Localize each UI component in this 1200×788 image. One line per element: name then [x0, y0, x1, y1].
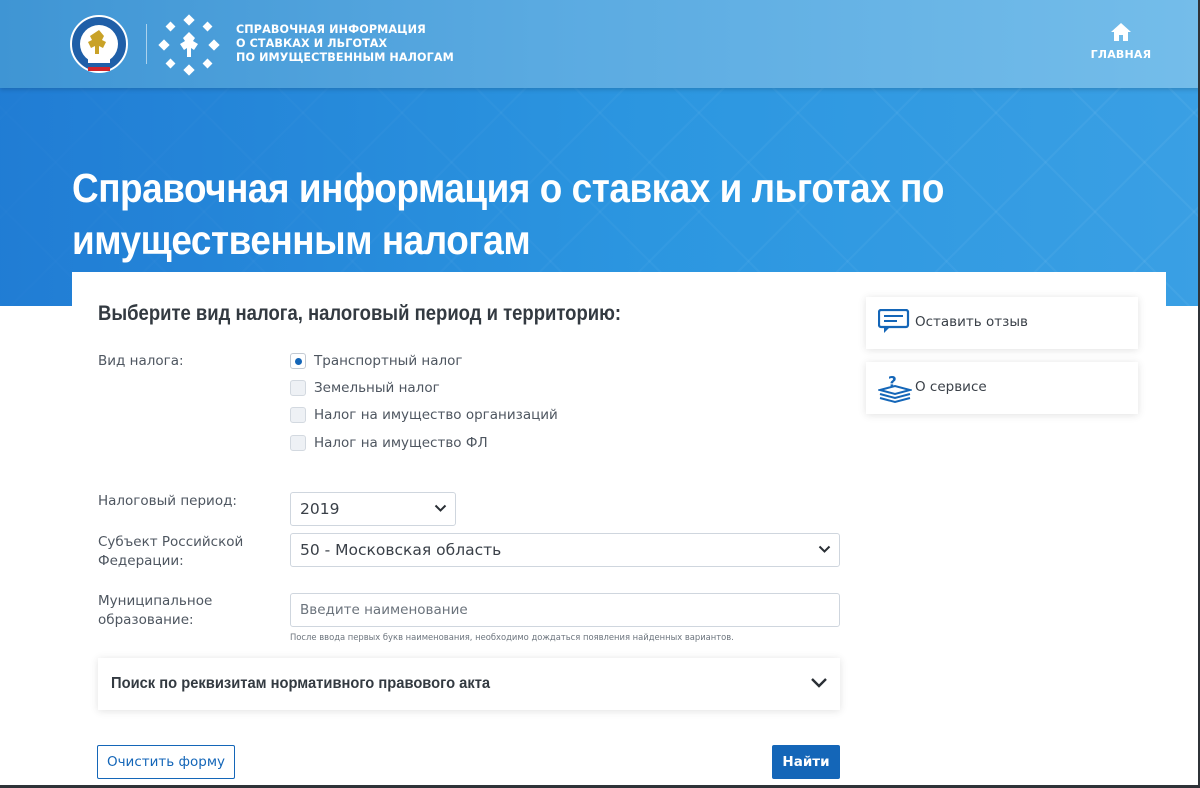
service-logo-icon [158, 14, 220, 76]
subject-label-line: Федерации: [98, 553, 184, 569]
subject-label-line: Субъект Российской [98, 534, 244, 550]
service-title: СПРАВОЧНАЯ ИНФОРМАЦИЯ О СТАВКАХ И ЛЬГОТА… [236, 23, 456, 65]
municipal-input[interactable] [290, 593, 840, 627]
form-heading: Выберите вид налога, налоговый период и … [98, 302, 622, 325]
about-label: О сервисе [915, 379, 987, 395]
chevron-down-icon [818, 545, 831, 553]
radio-unchecked[interactable] [290, 380, 306, 396]
chevron-down-icon [811, 678, 827, 688]
period-select-value: 2019 [300, 500, 340, 518]
feedback-label: Оставить отзыв [915, 314, 1028, 330]
municipal-hint: После ввода первых букв наименования, не… [290, 632, 734, 642]
tax-type-option-personal-property[interactable]: Налог на имущество ФЛ [290, 433, 488, 453]
tax-type-option-label: Налог на имущество ФЛ [314, 435, 488, 451]
tax-type-option-label: Налог на имущество организаций [314, 407, 558, 423]
chevron-down-icon [434, 504, 447, 512]
tax-type-label: Вид налога: [98, 353, 184, 369]
tax-type-option-label: Транспортный налог [314, 353, 463, 369]
main-panel: Выберите вид налога, налоговый период и … [72, 272, 1166, 788]
find-button[interactable]: Найти [772, 745, 840, 779]
tax-type-option-org-property[interactable]: Налог на имущество организаций [290, 405, 558, 425]
subject-label: Субъект Российской Федерации: [98, 533, 243, 571]
header-divider [146, 24, 147, 64]
service-title-line: ПО ИМУЩЕСТВЕННЫМ НАЛОГАМ [236, 51, 454, 64]
legal-act-search-accordion[interactable]: Поиск по реквизитам нормативного правово… [98, 658, 840, 710]
accordion-title: Поиск по реквизитам нормативного правово… [111, 675, 491, 692]
service-title-line: СПРАВОЧНАЯ ИНФОРМАЦИЯ [236, 23, 426, 36]
chat-icon [878, 309, 910, 333]
tax-type-option-label: Земельный налог [314, 380, 440, 396]
clear-form-button[interactable]: Очистить форму [97, 745, 235, 779]
tax-type-option-transport[interactable]: Транспортный налог [290, 351, 463, 371]
tax-type-option-land[interactable]: Земельный налог [290, 378, 440, 398]
home-link[interactable]: ГЛАВНАЯ [1088, 22, 1154, 68]
municipal-label-line: Муниципальное [98, 593, 213, 609]
subject-select[interactable]: 50 - Московская область [290, 533, 840, 567]
question-books-icon: ? [878, 374, 912, 404]
subject-select-value: 50 - Московская область [300, 541, 502, 559]
page-title: Справочная информация о ставках и льгота… [72, 165, 945, 263]
service-title-line: О СТАВКАХ И ЛЬГОТАХ [236, 37, 388, 50]
municipal-label-line: образование: [98, 612, 194, 628]
period-select[interactable]: 2019 [290, 492, 456, 526]
feedback-link[interactable]: Оставить отзыв [866, 297, 1138, 349]
home-icon [1111, 23, 1131, 41]
top-header: СПРАВОЧНАЯ ИНФОРМАЦИЯ О СТАВКАХ И ЛЬГОТА… [0, 0, 1200, 88]
radio-checked[interactable] [290, 353, 306, 369]
fns-emblem-logo[interactable] [70, 14, 128, 76]
municipal-label: Муниципальное образование: [98, 592, 212, 630]
home-label: ГЛАВНАЯ [1090, 48, 1152, 61]
radio-unchecked[interactable] [290, 407, 306, 423]
radio-unchecked[interactable] [290, 435, 306, 451]
about-service-link[interactable]: ? О сервисе [866, 362, 1138, 414]
period-label: Налоговый период: [98, 493, 237, 509]
